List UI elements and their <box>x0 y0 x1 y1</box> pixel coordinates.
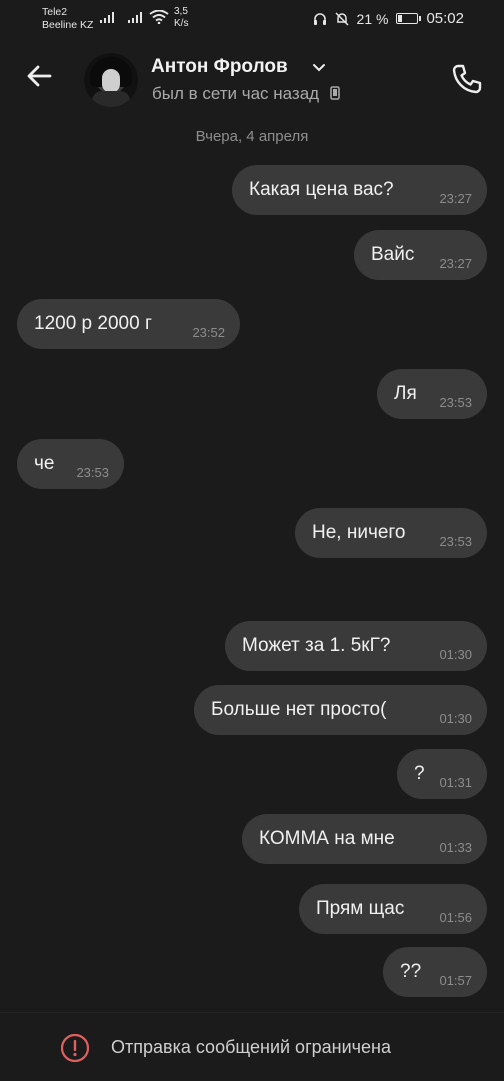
bell-muted-icon <box>335 11 349 26</box>
message-text: Какая цена вас? <box>249 179 394 200</box>
message-text: ? <box>414 763 425 784</box>
avatar-face <box>102 69 120 93</box>
chevron-down-icon[interactable] <box>312 63 326 72</box>
avatar[interactable] <box>84 53 138 107</box>
message-bubble-out[interactable]: Какая цена вас? 23:27 <box>232 165 487 215</box>
message-time: 23:53 <box>439 395 472 410</box>
headphones-icon <box>313 12 326 25</box>
message-time: 01:30 <box>439 647 472 662</box>
status-right: 21 % 05:02 <box>313 10 464 27</box>
mobile-device-icon <box>330 86 340 100</box>
message-text: 1200 р 2000 г <box>34 313 152 334</box>
message-text: Может за 1. 5кГ? <box>242 635 391 656</box>
message-bubble-in[interactable]: 1200 р 2000 г 23:52 <box>17 299 240 349</box>
speed-value: 3,5 <box>174 6 188 17</box>
message-time: 23:53 <box>439 534 472 549</box>
contact-name[interactable]: Антон Фролов <box>151 56 288 78</box>
avatar-body <box>92 91 130 107</box>
message-bubble-out[interactable]: ? 01:31 <box>397 749 487 799</box>
message-bubble-out[interactable]: ?? 01:57 <box>383 947 487 997</box>
message-bubble-in[interactable]: че 23:53 <box>17 439 124 489</box>
phone-icon[interactable] <box>449 61 485 97</box>
status-bar: Tele2 Beeline KZ 3,5 K/s 21 % 05:02 <box>0 0 504 38</box>
battery-percent: 21 % <box>356 10 389 27</box>
message-bubble-out[interactable]: Не, ничего 23:53 <box>295 508 487 558</box>
chat-header: Антон Фролов был в сети час назад <box>0 38 504 120</box>
message-time: 23:27 <box>439 256 472 271</box>
last-seen-text: был в сети час назад <box>152 84 320 103</box>
message-time: 01:30 <box>439 711 472 726</box>
message-time: 23:52 <box>192 325 225 340</box>
battery-fill <box>398 15 403 22</box>
message-time: 23:27 <box>439 191 472 206</box>
message-time: 01:56 <box>439 910 472 925</box>
message-text: ?? <box>400 961 422 982</box>
message-bubble-out[interactable]: Вайс 23:27 <box>354 230 487 280</box>
carrier-2: Beeline KZ <box>42 19 94 31</box>
message-text: Больше нет просто( <box>211 699 387 720</box>
network-speed: 3,5 K/s <box>174 6 188 30</box>
message-time: 01:57 <box>439 973 472 988</box>
message-text: Ля <box>394 383 417 404</box>
message-text: Вайс <box>371 244 415 265</box>
message-bubble-out[interactable]: Больше нет просто( 01:30 <box>194 685 487 735</box>
signal-2-icon <box>128 12 142 23</box>
carrier-1: Tele2 <box>42 6 68 18</box>
message-time: 01:31 <box>439 775 472 790</box>
message-bubble-out[interactable]: Прям щас 01:56 <box>299 884 487 934</box>
clock: 05:02 <box>426 10 464 27</box>
restriction-text: Отправка сообщений ограничена <box>111 1037 391 1057</box>
date-separator: Вчера, 4 апреля <box>195 128 309 145</box>
arrow-left-icon[interactable] <box>24 60 56 92</box>
carrier-labels: Tele2 Beeline KZ <box>42 6 93 32</box>
exclamation-circle-icon <box>60 1033 90 1063</box>
message-text: Прям щас <box>316 898 405 919</box>
message-text: Не, ничего <box>312 522 406 543</box>
wifi-icon <box>149 10 169 24</box>
input-restricted-bar: Отправка сообщений ограничена <box>0 1012 504 1081</box>
message-time: 23:53 <box>76 465 109 480</box>
message-bubble-out[interactable]: Ля 23:53 <box>377 369 487 419</box>
speed-unit: K/s <box>174 18 189 29</box>
message-bubble-out[interactable]: Может за 1. 5кГ? 01:30 <box>225 621 487 671</box>
message-text: че <box>34 453 55 474</box>
battery-icon <box>396 13 422 24</box>
last-seen-status: был в сети час назад <box>152 84 340 104</box>
message-time: 01:33 <box>439 840 472 855</box>
message-text: КОММА на мне <box>259 828 395 849</box>
signal-1-icon <box>100 12 114 23</box>
message-bubble-out[interactable]: КОММА на мне 01:33 <box>242 814 487 864</box>
